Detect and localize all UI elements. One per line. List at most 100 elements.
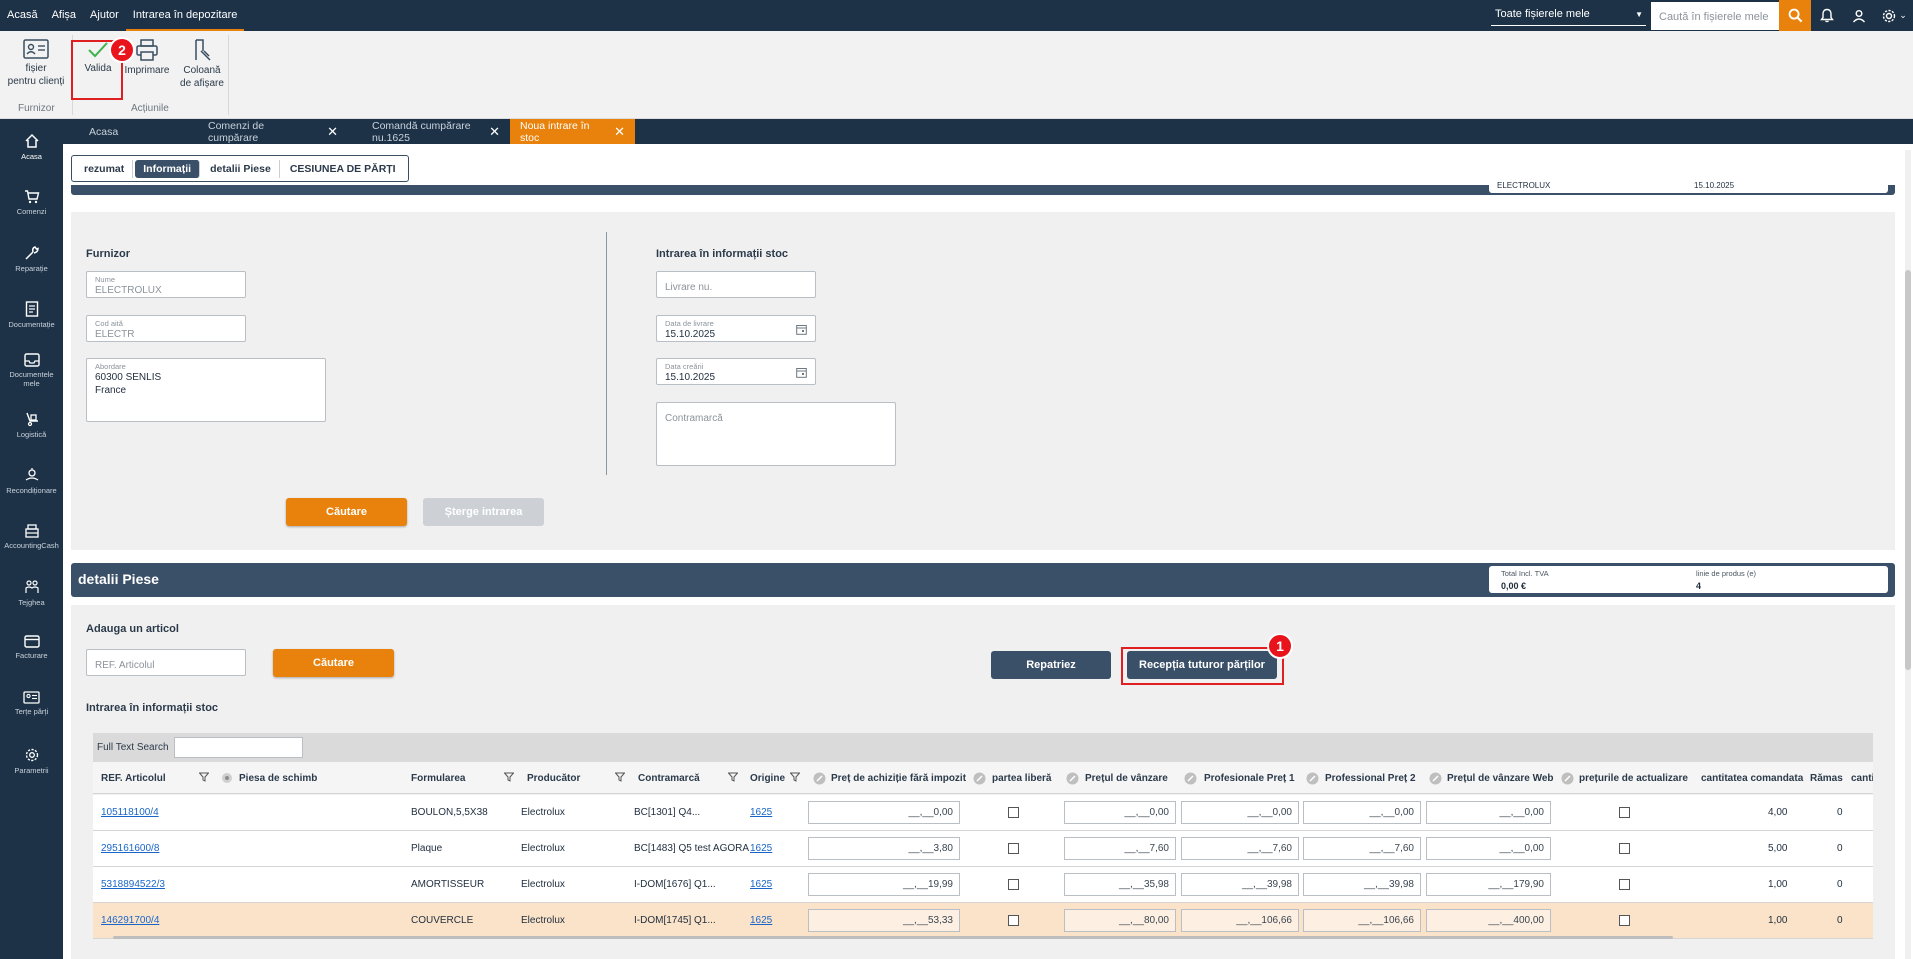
row-purchase-price-input[interactable]: __,__19,99 (808, 873, 960, 896)
close-icon[interactable]: ✕ (489, 124, 500, 140)
row-origin-link[interactable]: 1625 (750, 843, 772, 854)
col-pro-price-2[interactable]: Professional Preț 2 (1325, 773, 1416, 784)
tab-home[interactable]: Acasa (63, 119, 184, 144)
row-sale-price-input[interactable]: __,__7,60 (1064, 837, 1176, 860)
subtab-information[interactable]: Informații (135, 159, 201, 178)
row-sale-price-input[interactable]: __,__0,00 (1064, 801, 1176, 824)
close-icon[interactable]: ✕ (614, 124, 625, 140)
col-remaining[interactable]: Rămas (1810, 773, 1843, 784)
row-update-prices-checkbox[interactable] (1619, 807, 1630, 818)
row-free-part-checkbox[interactable] (1008, 807, 1019, 818)
tab-purchase-orders[interactable]: Comenzi de cumpărare ✕ (184, 119, 348, 144)
table-row[interactable]: 105118100/4 BOULON,5,5X38 Electrolux BC[… (93, 795, 1873, 831)
sidebar-item-settings[interactable]: Parametrii (0, 747, 63, 775)
row-origin-link[interactable]: 1625 (750, 915, 772, 926)
col-update-prices[interactable]: prețurile de actualizare (1579, 773, 1688, 784)
row-free-part-checkbox[interactable] (1008, 915, 1019, 926)
tab-new-stock-entry[interactable]: Noua intrare în stoc ✕ (510, 119, 635, 144)
row-ref-link[interactable]: 105118100/4 (101, 807, 159, 818)
close-icon[interactable]: ✕ (327, 124, 338, 140)
countermark-field[interactable]: Contramarcă (656, 402, 896, 466)
calendar-icon[interactable] (796, 367, 807, 378)
article-search-button[interactable]: Căutare (273, 649, 394, 677)
search-button[interactable]: Căutare (286, 498, 407, 526)
edit-column-icon[interactable] (1561, 772, 1574, 788)
col-ref-article[interactable]: REF. Articolul (101, 773, 166, 784)
menu-help[interactable]: Ajutor (83, 0, 126, 31)
settings-button[interactable]: ⌄ (1875, 0, 1913, 31)
sidebar-item-orders[interactable]: Comenzi (0, 189, 63, 216)
col-web-price[interactable]: Prețul de vânzare Web (1447, 773, 1554, 784)
menu-stock-entry[interactable]: Intrarea în depozitare (125, 0, 245, 31)
col-manufacturer[interactable]: Producător (527, 773, 580, 784)
row-pro-price-1-input[interactable]: __,__0,00 (1181, 801, 1299, 824)
workspace-select[interactable]: Toate fișierele mele ▼ (1491, 5, 1646, 26)
row-pro-price-1-input[interactable]: __,__39,98 (1181, 873, 1299, 896)
article-ref-input[interactable]: REF. Articolul (86, 649, 246, 676)
col-quantity-cut[interactable]: canti (1851, 773, 1873, 784)
edit-column-icon[interactable] (1066, 772, 1079, 788)
sidebar-item-my-documents[interactable]: Documentele mele (0, 353, 63, 388)
row-ref-link[interactable]: 146291700/4 (101, 915, 159, 926)
supplier-name-field[interactable]: Nume ELECTROLUX (86, 271, 246, 298)
filter-icon[interactable] (789, 772, 801, 785)
row-ref-link[interactable]: 5318894522/3 (101, 879, 165, 890)
row-sale-price-input[interactable]: __,__80,00 (1064, 909, 1176, 932)
sidebar-item-reconditioning[interactable]: Recondiționare (0, 467, 63, 495)
display-column-button[interactable]: Coloană de afișare (176, 39, 228, 90)
user-profile-button[interactable] (1843, 0, 1875, 31)
edit-column-icon[interactable] (1429, 772, 1442, 788)
subtab-summary[interactable]: rezumat (76, 159, 134, 178)
row-origin-link[interactable]: 1625 (750, 879, 772, 890)
row-web-price-input[interactable]: __,__400,00 (1426, 909, 1551, 932)
scrollbar-thumb[interactable] (1905, 270, 1911, 670)
col-spare-part[interactable]: Piesa de schimb (239, 773, 317, 784)
vertical-scrollbar[interactable] (1905, 150, 1911, 959)
row-pro-price-2-input[interactable]: __,__39,98 (1303, 873, 1421, 896)
row-web-price-input[interactable]: __,__0,00 (1426, 837, 1551, 860)
filter-icon[interactable] (614, 772, 626, 785)
col-ordered-quantity[interactable]: cantitatea comandata (1701, 773, 1803, 784)
row-pro-price-2-input[interactable]: __,__0,00 (1303, 801, 1421, 824)
sidebar-item-home[interactable]: Acasa (0, 133, 63, 161)
client-file-button[interactable]: fișier pentru clienți (6, 39, 66, 88)
edit-column-icon[interactable] (1306, 772, 1319, 788)
row-purchase-price-input[interactable]: __,__3,80 (808, 837, 960, 860)
table-row[interactable]: 146291700/4 COUVERCLE Electrolux I-DOM[1… (93, 903, 1873, 939)
delivery-date-field[interactable]: Data de livrare 15.10.2025 (656, 315, 816, 342)
creation-date-field[interactable]: Data creării 15.10.2025 (656, 358, 816, 385)
row-free-part-checkbox[interactable] (1008, 879, 1019, 890)
sidebar-item-counter[interactable]: Tejghea (0, 579, 63, 607)
edit-column-icon[interactable] (973, 772, 986, 788)
sidebar-item-repair[interactable]: Reparație (0, 245, 63, 273)
global-search-input[interactable]: Caută în fișierele mele (1651, 1, 1779, 30)
row-update-prices-checkbox[interactable] (1619, 915, 1630, 926)
filter-icon[interactable] (727, 772, 739, 785)
supplier-address-field[interactable]: Abordare 60300 SENLIS France (86, 358, 326, 422)
sidebar-item-logistics[interactable]: Logistică (0, 411, 63, 439)
repatriate-button[interactable]: Repatriez (991, 651, 1111, 679)
row-ref-link[interactable]: 295161600/8 (101, 843, 159, 854)
edit-column-icon[interactable] (813, 772, 826, 788)
row-web-price-input[interactable]: __,__0,00 (1426, 801, 1551, 824)
row-purchase-price-input[interactable]: __,__0,00 (808, 801, 960, 824)
subtab-part-details[interactable]: detalii Piese (202, 159, 280, 178)
col-pro-price-1[interactable]: Profesionale Preț 1 (1204, 773, 1295, 784)
sidebar-item-third-parties[interactable]: Terțe părți (0, 691, 63, 716)
col-free-part[interactable]: partea liberă (992, 773, 1051, 784)
menu-home[interactable]: Acasă (0, 0, 45, 31)
col-sale-price[interactable]: Prețul de vânzare (1085, 773, 1168, 784)
row-free-part-checkbox[interactable] (1008, 843, 1019, 854)
row-web-price-input[interactable]: __,__179,90 (1426, 873, 1551, 896)
row-pro-price-1-input[interactable]: __,__7,60 (1181, 837, 1299, 860)
col-purchase-price[interactable]: Preț de achiziție fără impozit (831, 773, 966, 784)
table-row[interactable]: 5318894522/3 AMORTISSEUR Electrolux I-DO… (93, 867, 1873, 903)
col-countermark[interactable]: Contramarcă (638, 773, 700, 784)
delivery-number-field[interactable]: Livrare nu. (656, 271, 816, 298)
row-origin-link[interactable]: 1625 (750, 807, 772, 818)
sidebar-item-accounting-cash[interactable]: AccountingCash (0, 523, 63, 550)
calendar-icon[interactable] (796, 324, 807, 335)
menu-display[interactable]: Afișa (45, 0, 83, 31)
row-update-prices-checkbox[interactable] (1619, 879, 1630, 890)
filter-icon[interactable] (503, 772, 515, 785)
